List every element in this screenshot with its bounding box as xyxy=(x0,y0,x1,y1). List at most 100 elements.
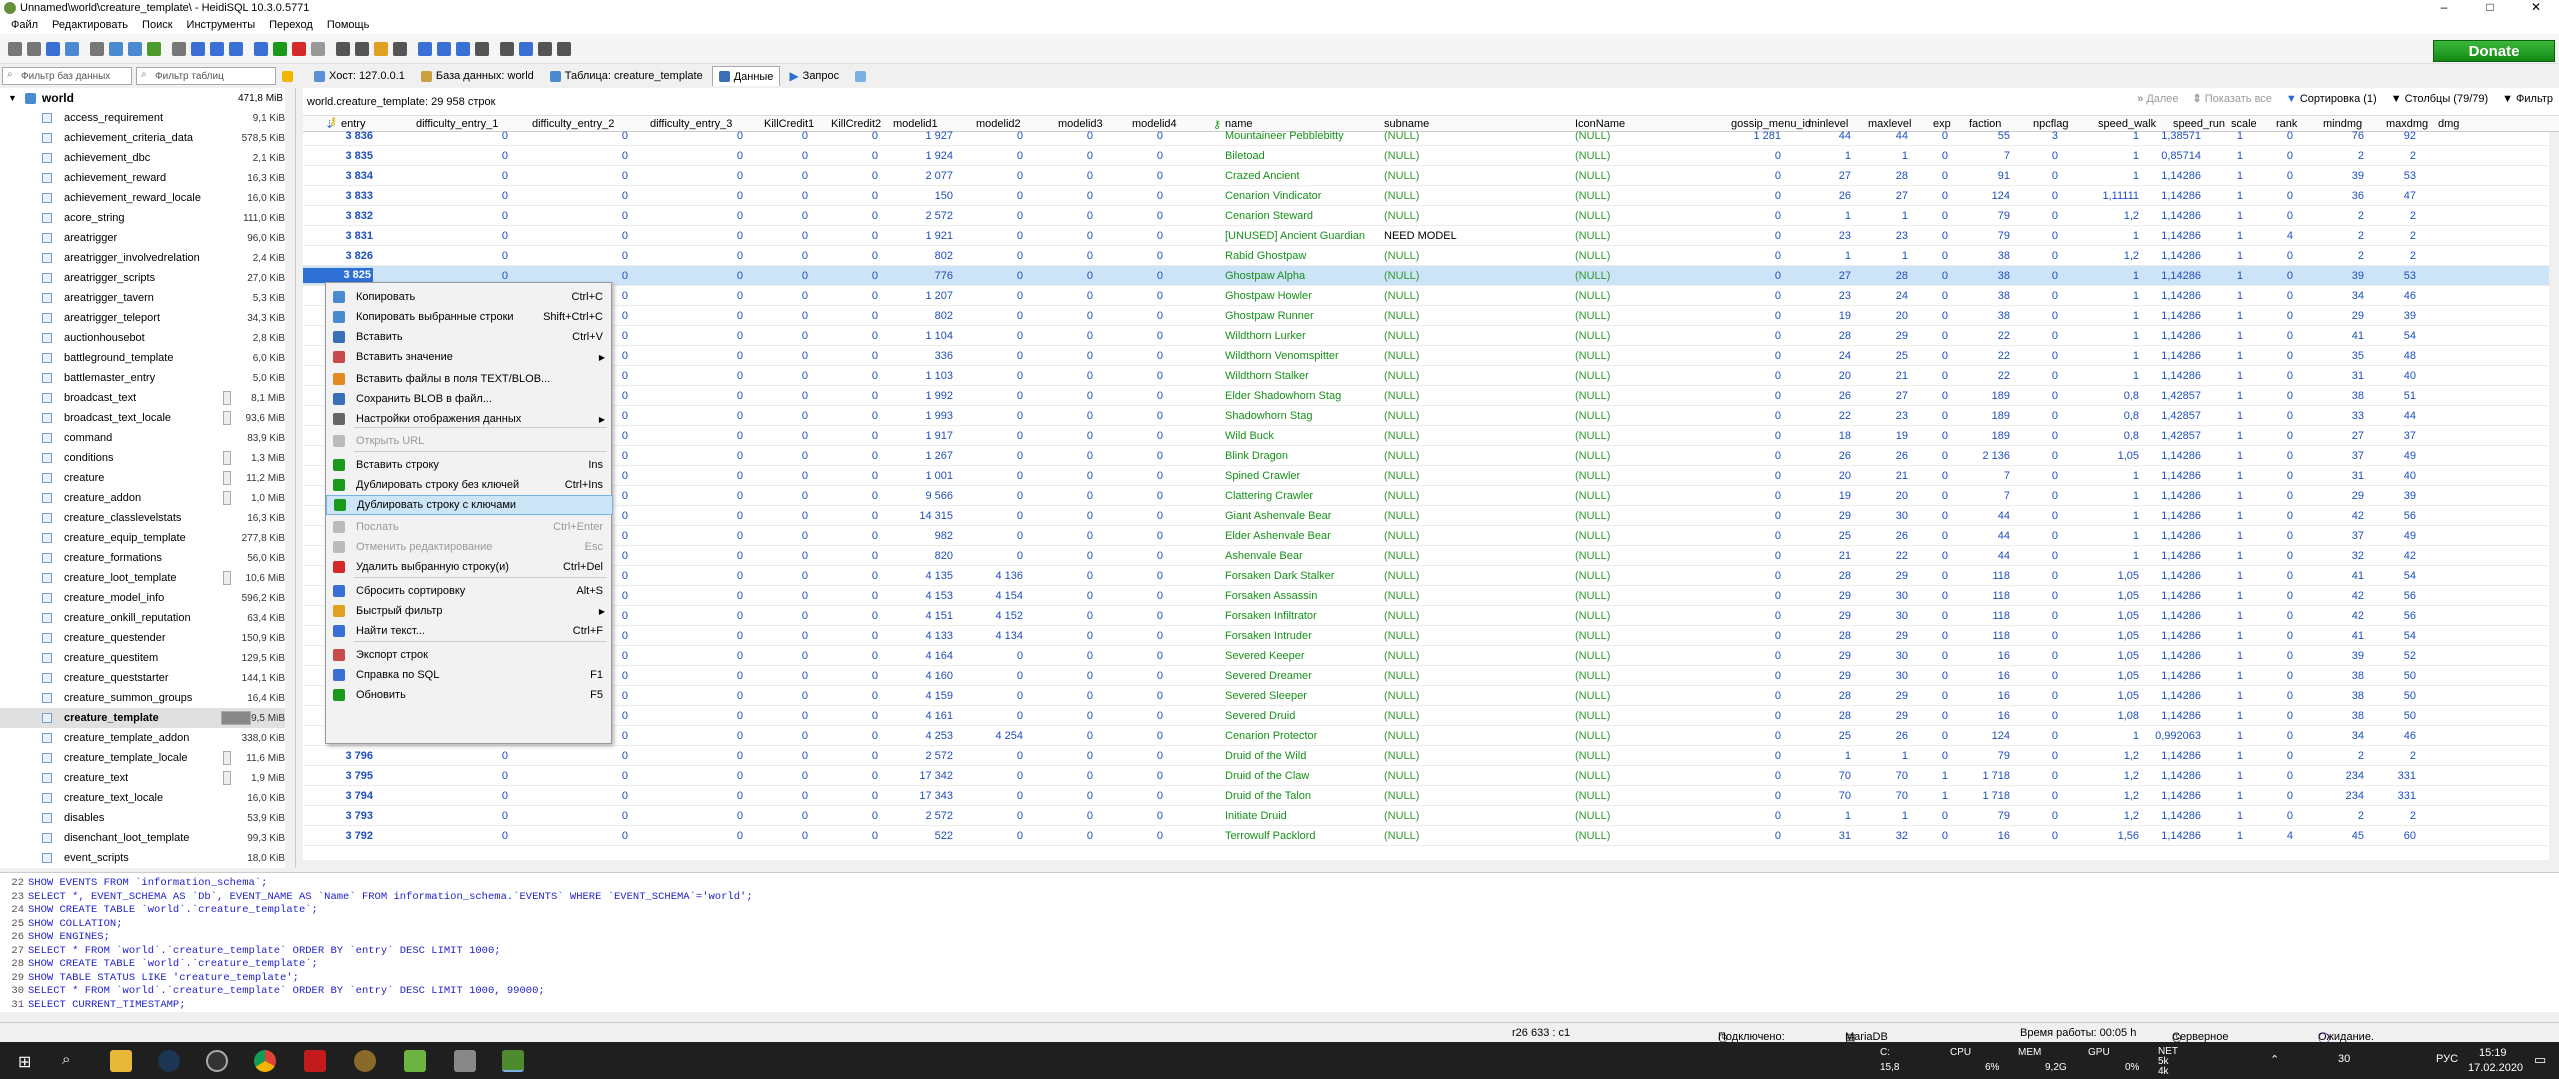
cell-killcredit2[interactable]: 0 xyxy=(872,250,878,262)
paste-all-icon[interactable] xyxy=(128,41,142,56)
cell-gossip-menu-id[interactable]: 0 xyxy=(1775,550,1781,562)
cell-difficulty-entry-3[interactable]: 0 xyxy=(737,350,743,362)
cell-modelid1[interactable]: 4 135 xyxy=(925,570,953,582)
cell-npcflag[interactable]: 0 xyxy=(2052,750,2058,762)
cell-rank[interactable]: 0 xyxy=(2287,470,2293,482)
cell-killcredit1[interactable]: 0 xyxy=(802,730,808,742)
cell-exp[interactable]: 0 xyxy=(1942,270,1948,282)
cell-modelid1[interactable]: 4 161 xyxy=(925,710,953,722)
cell-speed-walk[interactable]: 1 xyxy=(2133,310,2139,322)
cell-difficulty-entry-3[interactable]: 0 xyxy=(737,170,743,182)
cell-difficulty-entry-3[interactable]: 0 xyxy=(737,430,743,442)
cell-maxlevel[interactable]: 1 xyxy=(1902,250,1908,262)
cell-npcflag[interactable]: 0 xyxy=(2052,470,2058,482)
cell-modelid1[interactable]: 1 001 xyxy=(925,470,953,482)
cell-scale[interactable]: 1 xyxy=(2237,430,2243,442)
cell-modelid2[interactable]: 0 xyxy=(1017,290,1023,302)
run-icon[interactable] xyxy=(355,41,369,56)
cell-difficulty-entry-1[interactable]: 0 xyxy=(502,750,508,762)
cell-speed-walk[interactable]: 1,56 xyxy=(2118,830,2139,842)
cell-mindmg[interactable]: 39 xyxy=(2352,270,2364,282)
cell-speed-run[interactable]: 1,14286 xyxy=(2161,550,2201,562)
cell-name[interactable]: Forsaken Intruder xyxy=(1225,630,1312,642)
table-row[interactable]: 3 817000001 992000Elder Shadowhorn Stag(… xyxy=(303,386,2553,406)
cell-scale[interactable]: 1 xyxy=(2237,350,2243,362)
cell-speed-walk[interactable]: 0,8 xyxy=(2124,410,2139,422)
cell-modelid3[interactable]: 0 xyxy=(1087,350,1093,362)
add-icon[interactable] xyxy=(273,41,287,56)
cell-scale[interactable]: 1 xyxy=(2237,790,2243,802)
context-item-export[interactable]: Экспорт строк xyxy=(326,645,613,665)
cell-maxdmg[interactable]: 56 xyxy=(2404,610,2416,622)
cell-name[interactable]: Druid of the Wild xyxy=(1225,750,1306,762)
cell-iconname[interactable]: (NULL) xyxy=(1575,310,1610,322)
tree-table-battlemaster-entry[interactable]: battlemaster_entry 5,0 KiB xyxy=(0,368,295,388)
cell-difficulty-entry-3[interactable]: 0 xyxy=(737,570,743,582)
cell-exp[interactable]: 0 xyxy=(1942,290,1948,302)
cell-killcredit2[interactable]: 0 xyxy=(872,270,878,282)
table-row[interactable]: 3 808000004 1354 13600Forsaken Dark Stal… xyxy=(303,566,2553,586)
cell-name[interactable]: Blink Dragon xyxy=(1225,450,1288,462)
cell-maxlevel[interactable]: 1 xyxy=(1902,150,1908,162)
cell-modelid3[interactable]: 0 xyxy=(1087,210,1093,222)
table-row[interactable]: 3 813000001 001000Spined Crawler(NULL)(N… xyxy=(303,466,2553,486)
cell-minlevel[interactable]: 28 xyxy=(1839,710,1851,722)
cell-difficulty-entry-2[interactable]: 0 xyxy=(622,470,628,482)
cell-difficulty-entry-2[interactable]: 0 xyxy=(622,690,628,702)
cell-killcredit1[interactable]: 0 xyxy=(802,570,808,582)
cell-iconname[interactable]: (NULL) xyxy=(1575,810,1610,822)
cell-rank[interactable]: 0 xyxy=(2287,330,2293,342)
cell-npcflag[interactable]: 0 xyxy=(2052,510,2058,522)
cell-modelid2[interactable]: 4 254 xyxy=(995,730,1023,742)
cell-killcredit2[interactable]: 0 xyxy=(872,710,878,722)
cell-maxlevel[interactable]: 27 xyxy=(1896,190,1908,202)
cell-modelid3[interactable]: 0 xyxy=(1087,530,1093,542)
cell-name[interactable]: Ghostpaw Alpha xyxy=(1225,270,1305,282)
cell-speed-run[interactable]: 1,14286 xyxy=(2161,790,2201,802)
cell-killcredit1[interactable]: 0 xyxy=(802,690,808,702)
cell-exp[interactable]: 0 xyxy=(1942,150,1948,162)
cell-modelid1[interactable]: 1 917 xyxy=(925,430,953,442)
context-item-copy[interactable]: Копировать Ctrl+C xyxy=(326,287,613,307)
cell-maxdmg[interactable]: 2 xyxy=(2410,230,2416,242)
cell-difficulty-entry-3[interactable]: 0 xyxy=(737,370,743,382)
cell-minlevel[interactable]: 1 xyxy=(1845,750,1851,762)
cell-exp[interactable]: 1 xyxy=(1942,770,1948,782)
cell-difficulty-entry-2[interactable]: 0 xyxy=(622,790,628,802)
cell-scale[interactable]: 1 xyxy=(2237,230,2243,242)
grid-vertical-scrollbar[interactable] xyxy=(2549,132,2559,860)
cell-minlevel[interactable]: 21 xyxy=(1839,550,1851,562)
cell-speed-run[interactable]: 1,14286 xyxy=(2161,770,2201,782)
cell-scale[interactable]: 1 xyxy=(2237,690,2243,702)
cell-difficulty-entry-1[interactable]: 0 xyxy=(502,790,508,802)
cell-subname[interactable]: (NULL) xyxy=(1384,510,1419,522)
cell-scale[interactable]: 1 xyxy=(2237,590,2243,602)
tree-table-creature-text[interactable]: creature_text 1,9 MiB xyxy=(0,768,295,788)
cell-rank[interactable]: 0 xyxy=(2287,690,2293,702)
cell-difficulty-entry-2[interactable]: 0 xyxy=(622,430,628,442)
cell-mindmg[interactable]: 31 xyxy=(2352,370,2364,382)
cell-maxdmg[interactable]: 2 xyxy=(2410,810,2416,822)
cell-gossip-menu-id[interactable]: 0 xyxy=(1775,570,1781,582)
cell-maxdmg[interactable]: 53 xyxy=(2404,270,2416,282)
cell-difficulty-entry-3[interactable]: 0 xyxy=(737,230,743,242)
cell-killcredit2[interactable]: 0 xyxy=(872,510,878,522)
cell-speed-walk[interactable]: 1 xyxy=(2133,170,2139,182)
cell-difficulty-entry-2[interactable]: 0 xyxy=(622,550,628,562)
table-row[interactable]: 3 831 0 0 0 0 0 1 921 0 0 0 [UNUSED] Ancient Guard… xyxy=(303,226,2553,246)
table-row[interactable]: 3 81000000982000Elder Ashenvale Bear(NUL… xyxy=(303,526,2553,546)
cell-gossip-menu-id[interactable]: 0 xyxy=(1775,190,1781,202)
cell-maxdmg[interactable]: 54 xyxy=(2404,570,2416,582)
tree-table-areatrigger-scripts[interactable]: areatrigger_scripts 27,0 KiB xyxy=(0,268,295,288)
cell-difficulty-entry-2[interactable]: 0 xyxy=(622,610,628,622)
columns-button[interactable]: ▼ Столбцы (79/79) xyxy=(2391,92,2488,105)
cell-difficulty-entry-2[interactable]: 0 xyxy=(622,190,628,202)
cell-exp[interactable]: 0 xyxy=(1942,730,1948,742)
cell-modelid1[interactable]: 820 xyxy=(935,550,953,562)
cell-difficulty-entry-2[interactable]: 0 xyxy=(622,150,628,162)
table-row[interactable]: 3 792 0 0 0 0 0 522 0 0 0 Terrowulf Packlord (NULL)… xyxy=(303,826,2553,846)
cell-difficulty-entry-2[interactable]: 0 xyxy=(622,630,628,642)
table-filter-input[interactable]: Фильтр таблиц xyxy=(136,67,276,85)
cell-maxdmg[interactable]: 51 xyxy=(2404,390,2416,402)
notifications-icon[interactable]: ▭ xyxy=(2534,1052,2546,1068)
